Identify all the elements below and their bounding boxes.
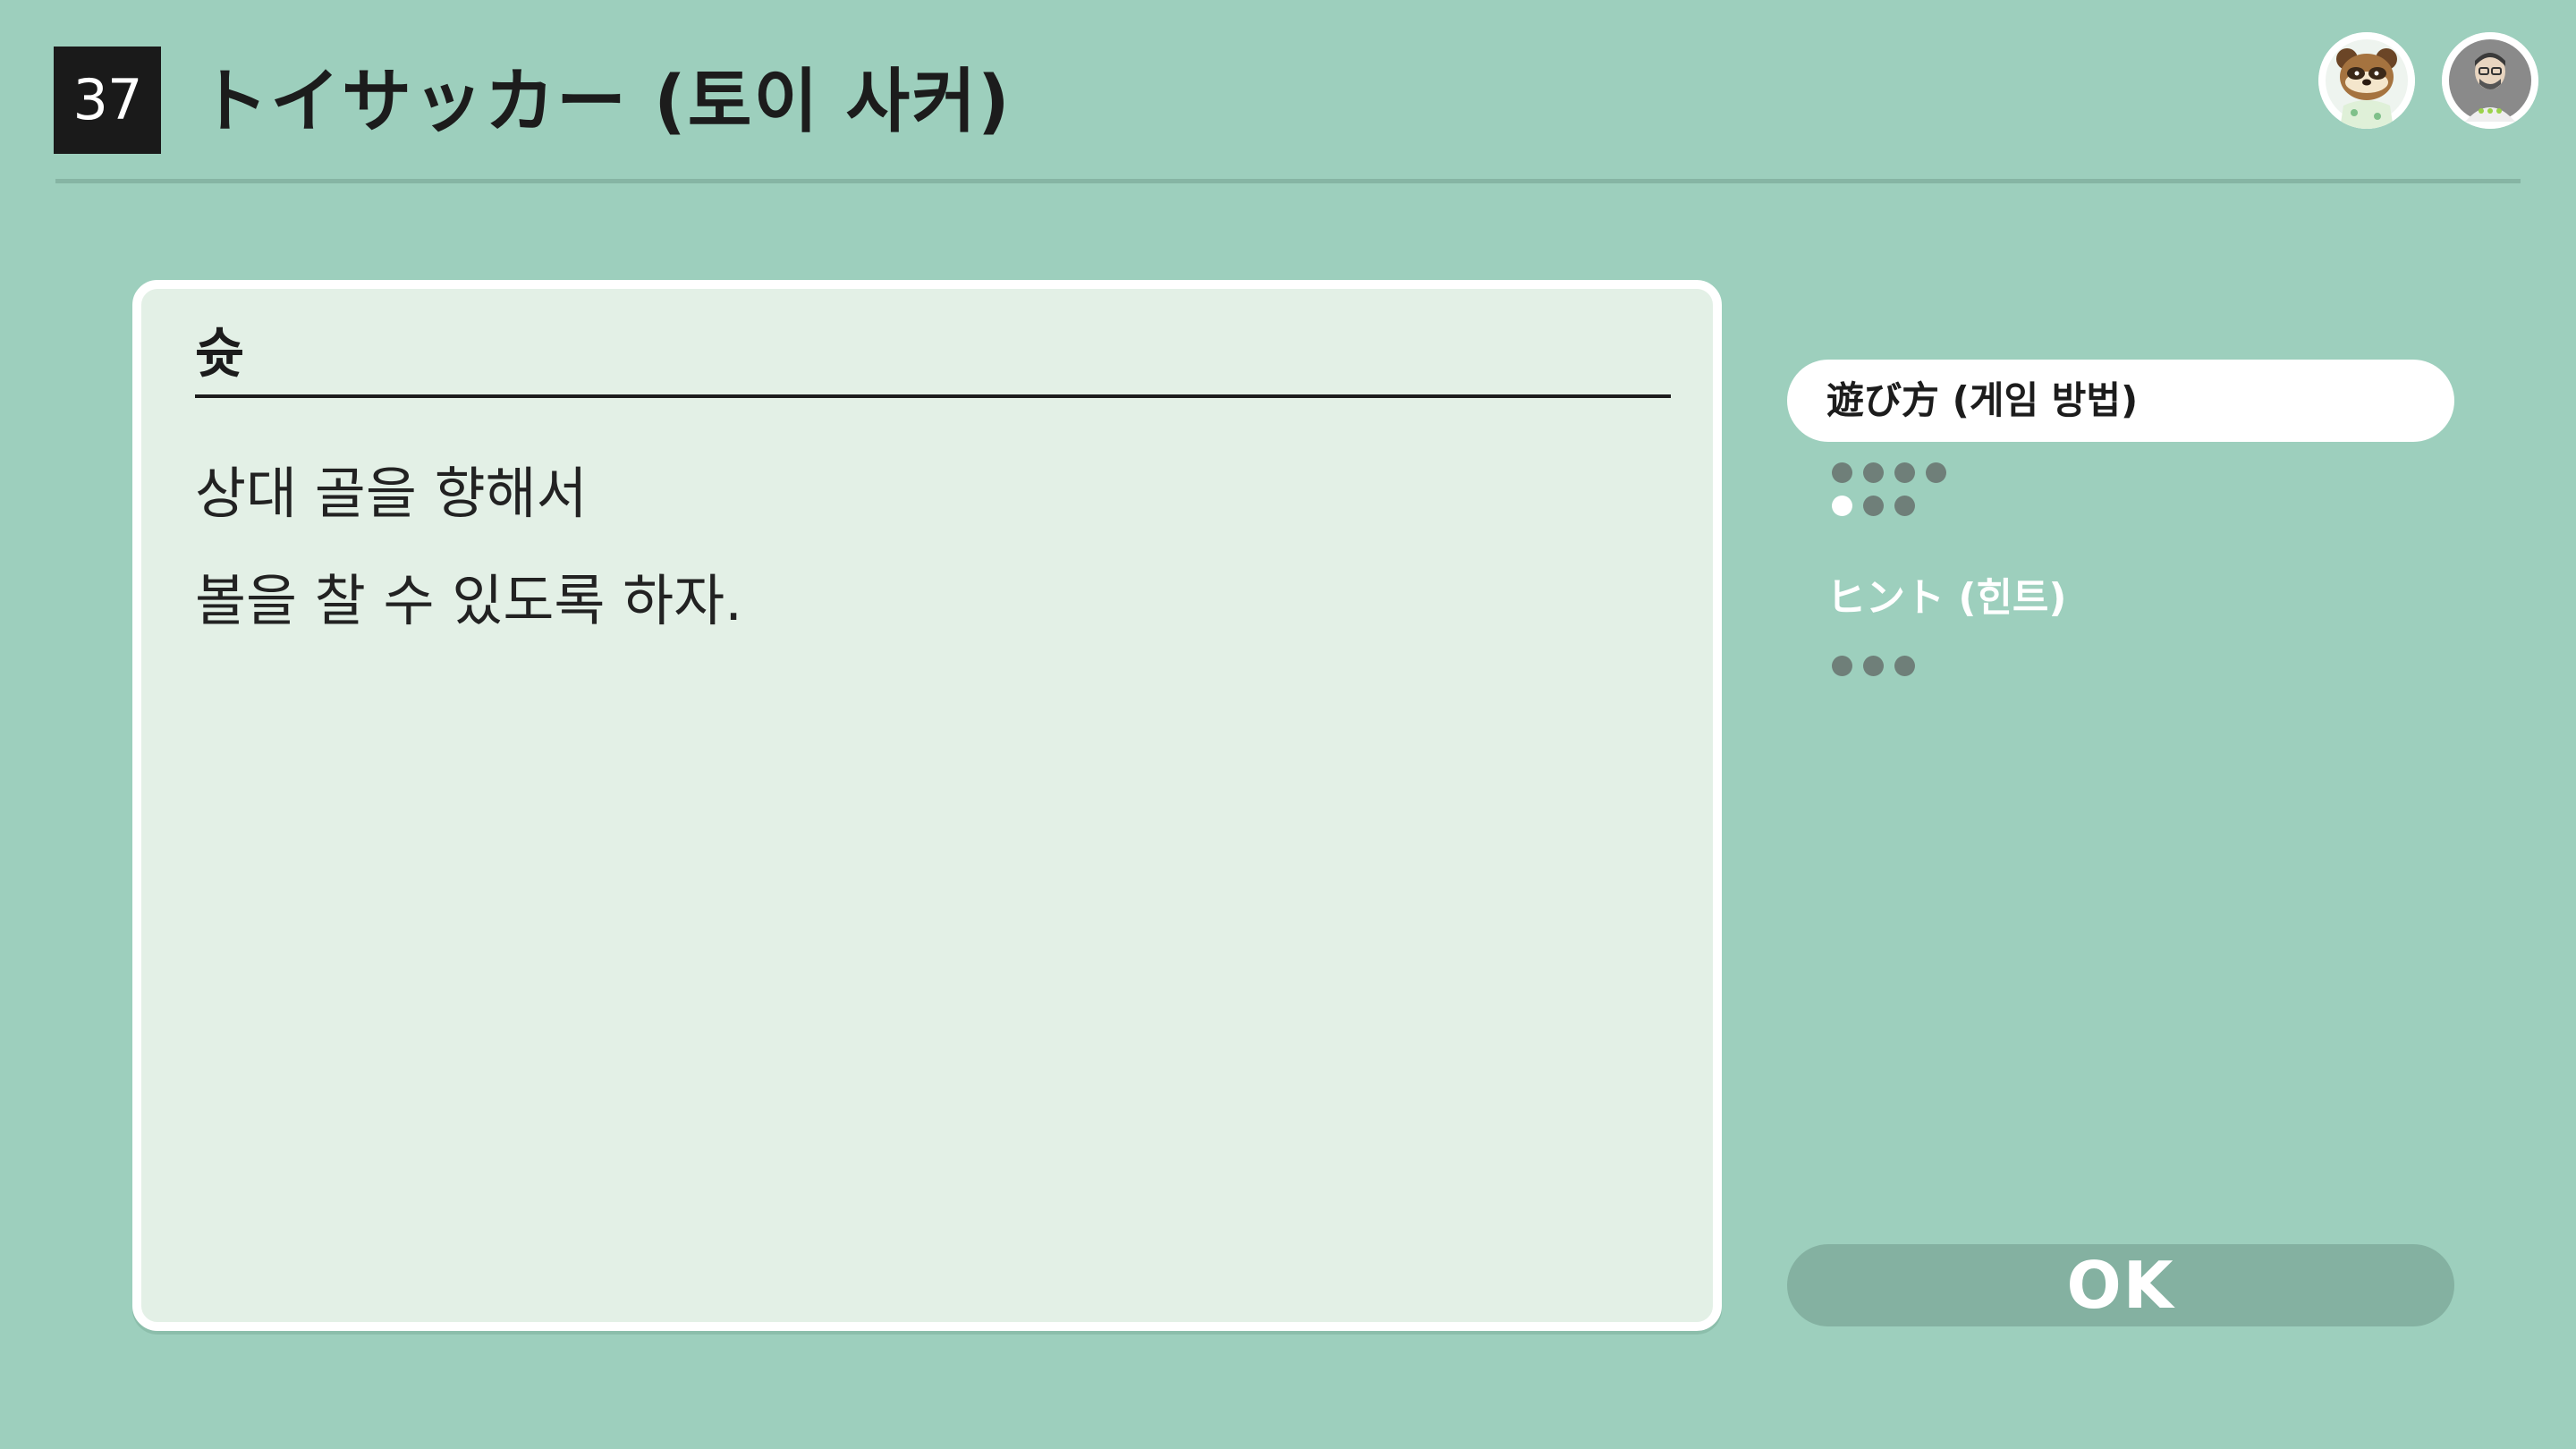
game-number-badge: 37	[54, 47, 161, 154]
page-dot	[1894, 496, 1915, 516]
page-dot-current	[1832, 496, 1852, 516]
howto-page-dots-row2	[1832, 496, 1915, 516]
header-bar: 37 トイサッカー (토이 사커)	[0, 0, 2576, 188]
page-dot	[1894, 462, 1915, 483]
panel-heading-divider	[195, 394, 1671, 398]
ok-button[interactable]: OK	[1787, 1244, 2454, 1326]
page-dot	[1926, 462, 1946, 483]
page-dot	[1863, 496, 1884, 516]
tab-hint[interactable]: ヒント (힌트)	[1826, 565, 2067, 623]
page-dot	[1894, 656, 1915, 676]
user-profile-icon[interactable]	[2442, 32, 2538, 129]
howto-page-dots-row1	[1832, 462, 1946, 483]
instruction-line: 볼을 찰 수 있도록 하자.	[195, 568, 742, 633]
page-title: トイサッカー (토이 사커)	[199, 62, 1012, 142]
page-dot	[1832, 656, 1852, 676]
tab-how-to-play[interactable]: 遊び方 (게임 방법)	[1787, 360, 2454, 442]
raccoon-character-icon[interactable]	[2318, 32, 2415, 129]
page-dot	[1832, 462, 1852, 483]
panel-heading: 슛	[195, 323, 245, 386]
instruction-panel: 슛 상대 골을 향해서 볼을 찰 수 있도록 하자.	[132, 280, 1722, 1331]
page-dot	[1863, 656, 1884, 676]
hint-page-dots	[1832, 656, 1915, 676]
instruction-line: 상대 골을 향해서	[195, 461, 588, 526]
header-divider	[55, 179, 2521, 183]
page-dot	[1863, 462, 1884, 483]
